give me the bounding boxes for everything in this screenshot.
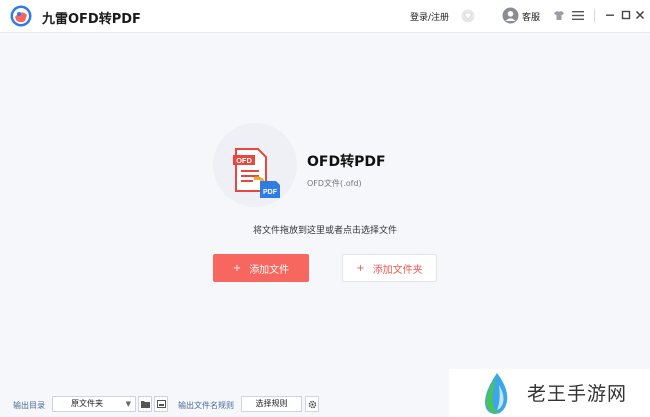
ofd-badge-text: OFD xyxy=(236,156,252,165)
conversion-title: OFD转PDF xyxy=(307,154,386,170)
ofd-to-pdf-file-icon: OFD PDF xyxy=(233,148,280,198)
add-file-label: 添加文件 xyxy=(249,264,290,276)
maximize-icon[interactable] xyxy=(620,9,632,21)
watermark: 老王手游网 xyxy=(449,369,650,417)
rule-settings-button[interactable] xyxy=(305,396,319,412)
title-bar: 九雷OFD转PDF 登录/注册 客服 xyxy=(0,0,650,33)
output-dir-select[interactable]: 原文件夹 ▼ xyxy=(52,396,136,412)
customer-service-label[interactable]: 客服 xyxy=(522,10,540,23)
add-folder-label: 添加文件夹 xyxy=(372,264,423,276)
skin-icon[interactable] xyxy=(553,10,565,21)
menu-icon[interactable] xyxy=(572,10,584,21)
gear-icon xyxy=(308,400,317,409)
chevron-down-icon: ▼ xyxy=(125,400,131,408)
login-register-link[interactable]: 登录/注册 xyxy=(410,10,449,23)
drop-hint-text: 将文件拖放到这里或者点击选择文件 xyxy=(252,226,397,236)
user-avatar-icon[interactable] xyxy=(502,7,519,24)
output-dir-label: 输出目录 xyxy=(13,401,45,410)
open-folder-button[interactable] xyxy=(138,396,152,412)
conversion-subtitle: OFD文件(.ofd) xyxy=(307,179,362,188)
app-logo-icon xyxy=(10,5,32,27)
choose-rule-button[interactable]: 选择规则 xyxy=(241,396,302,412)
app-title: 九雷OFD转PDF xyxy=(42,12,141,27)
folder-icon xyxy=(141,401,150,408)
folder-browse-icon xyxy=(157,400,166,408)
filename-rule-label: 输出文件名规则 xyxy=(178,401,234,410)
browse-folder-button[interactable] xyxy=(154,396,168,412)
water-drop-logo-icon xyxy=(485,373,508,414)
output-dir-value: 原文件夹 xyxy=(71,399,103,408)
plus-icon: + xyxy=(232,262,242,274)
add-folder-button[interactable]: + 添加文件夹 xyxy=(342,254,437,282)
diamond-vip-icon[interactable] xyxy=(461,9,475,23)
add-file-button[interactable]: + 添加文件 xyxy=(213,254,309,282)
titlebar-divider xyxy=(594,9,595,22)
close-icon[interactable] xyxy=(634,9,646,21)
plus-icon: + xyxy=(356,262,365,274)
minimize-icon[interactable] xyxy=(604,9,616,21)
pdf-badge-text: PDF xyxy=(263,189,278,196)
watermark-text: 老王手游网 xyxy=(527,383,628,405)
